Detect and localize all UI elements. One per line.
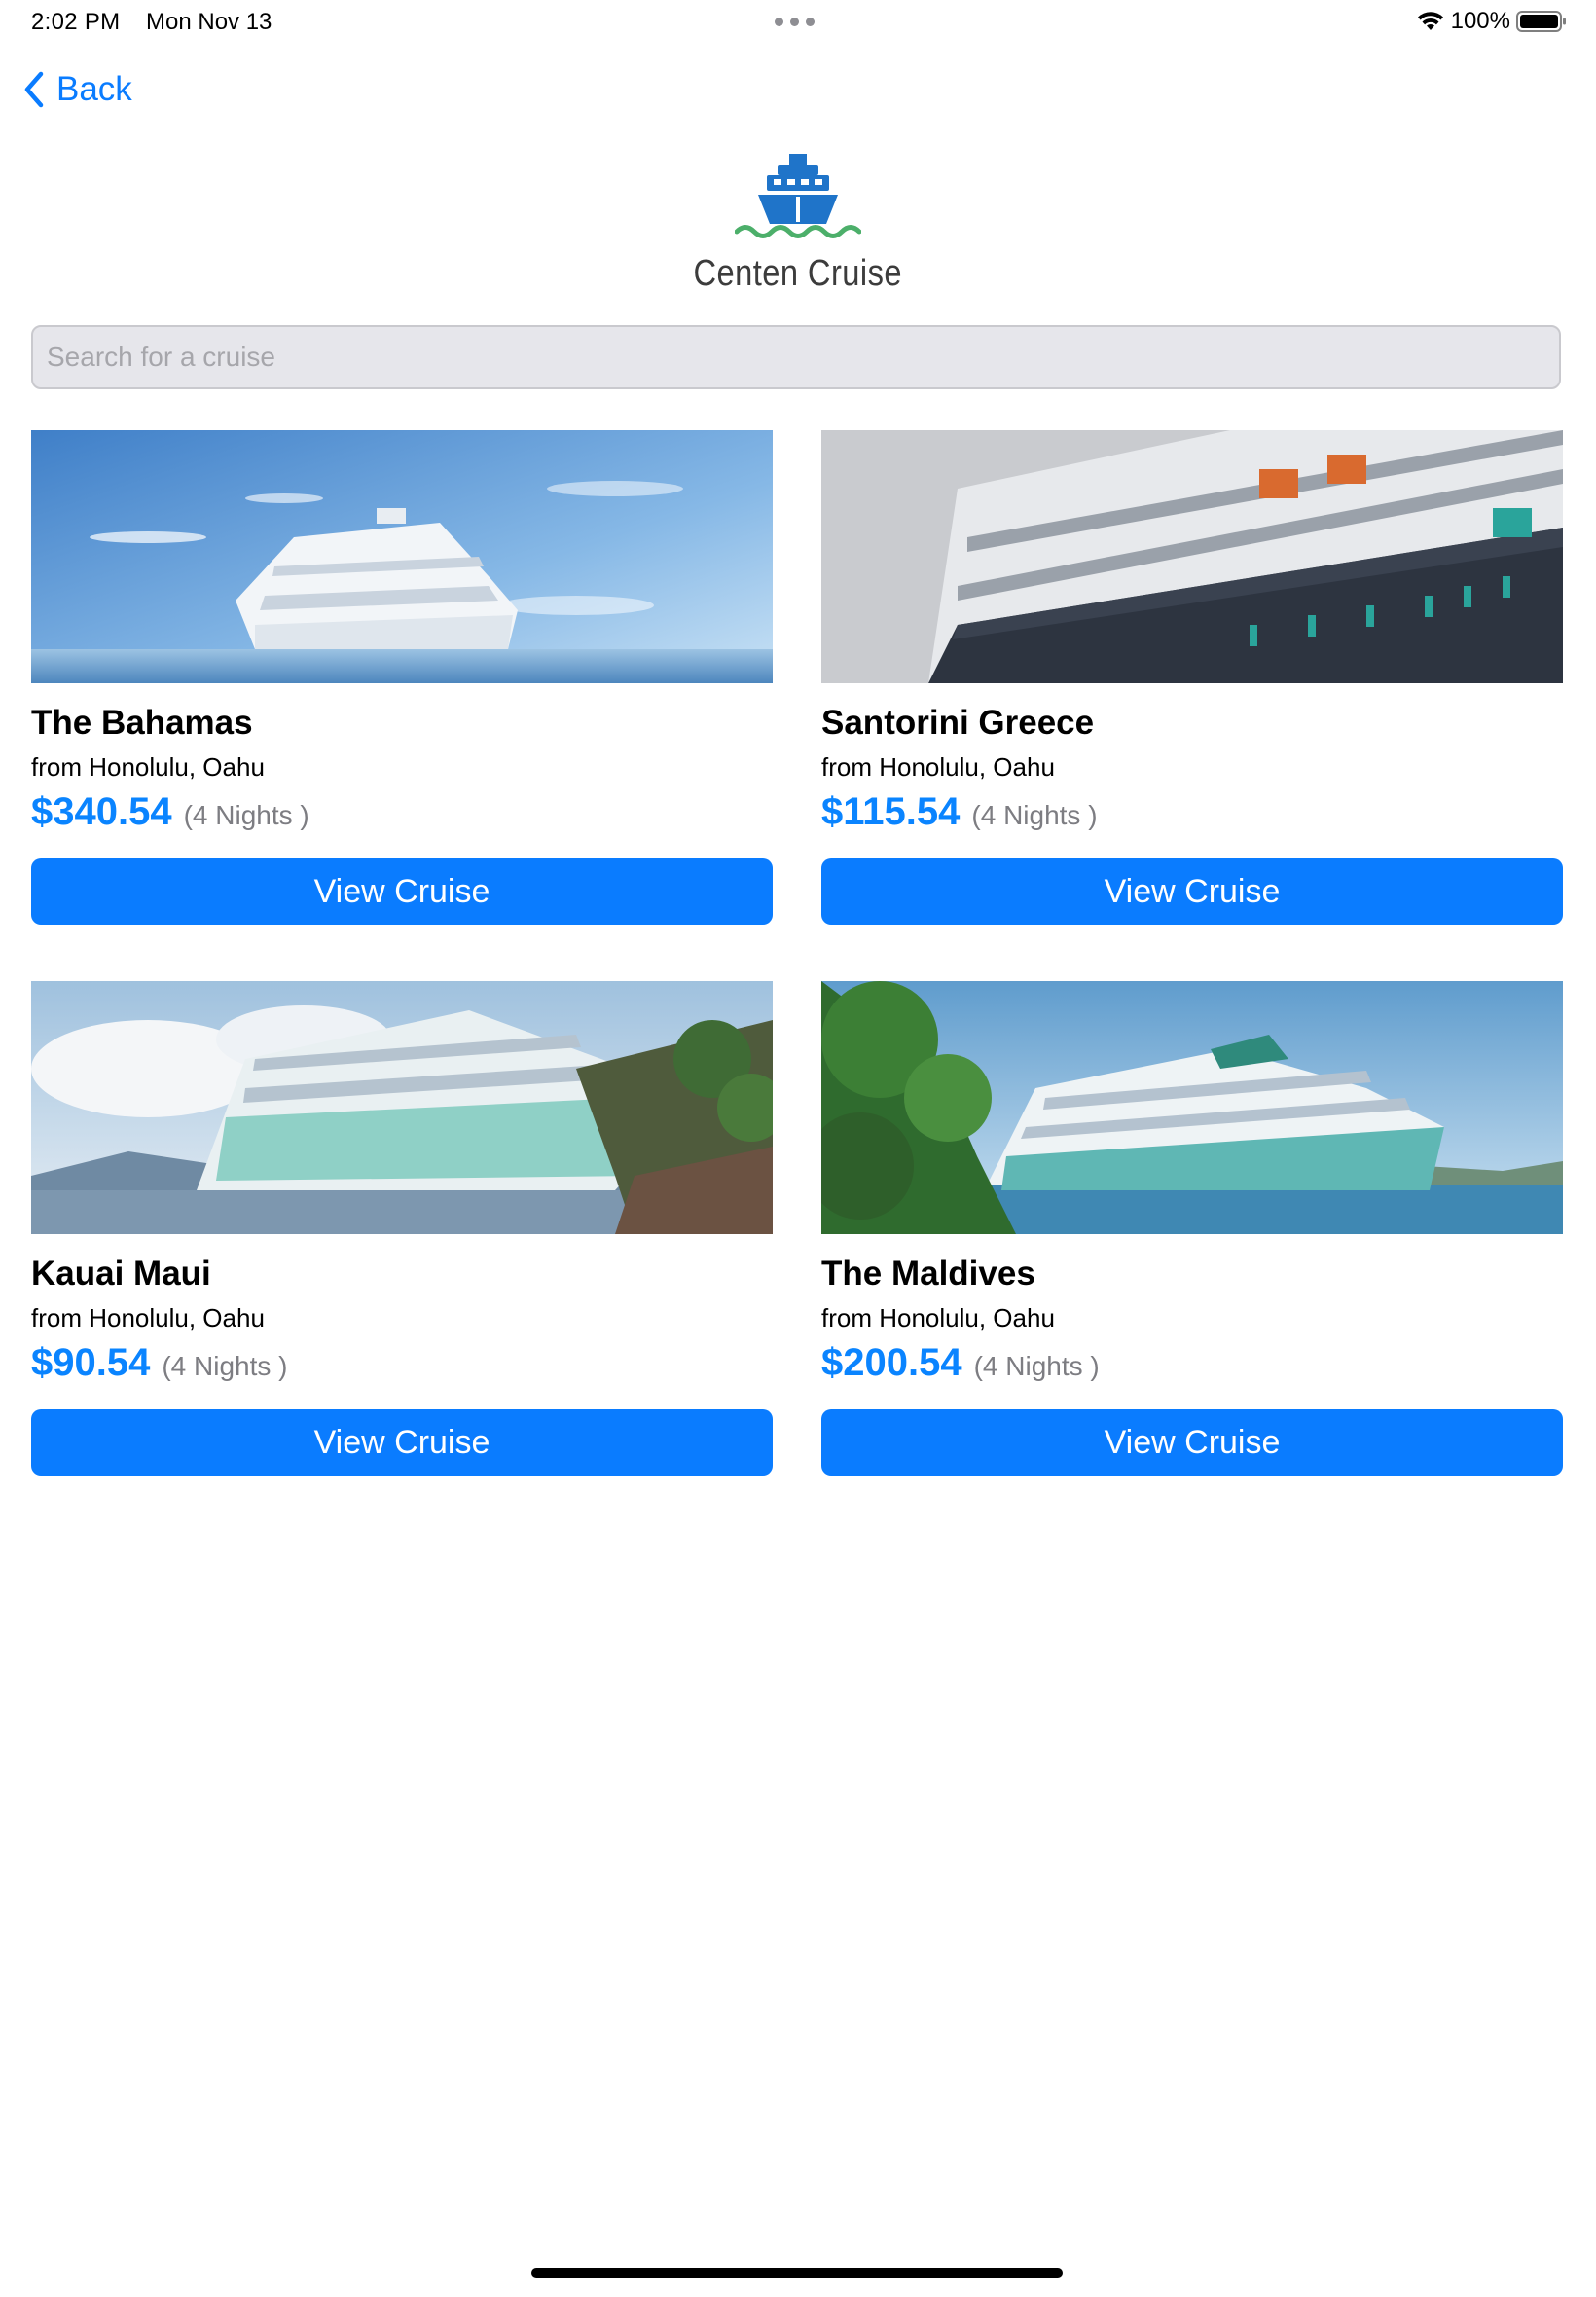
battery-percentage: 100%: [1450, 8, 1510, 34]
home-indicator[interactable]: [531, 2268, 1063, 2278]
cruise-origin: from Honolulu, Oahu: [821, 752, 1055, 782]
back-label: Back: [56, 70, 132, 108]
cruise-title: The Maldives: [821, 1255, 1035, 1293]
cruise-ship-logo-icon: [735, 154, 861, 238]
cruise-card-santorini-greece: Santorini Greece from Honolulu, Oahu $11…: [821, 430, 1563, 925]
cruise-title: Kauai Maui: [31, 1255, 211, 1293]
back-button[interactable]: Back: [23, 70, 132, 109]
cruise-image-kauai-maui: [31, 981, 773, 1234]
price-row: $340.54 (4 Nights ): [31, 790, 773, 841]
price-row: $115.54 (4 Nights ): [821, 790, 1563, 841]
view-cruise-button[interactable]: View Cruise: [31, 858, 773, 925]
chevron-left-icon: [24, 71, 44, 108]
cruise-card-the-maldives: The Maldives from Honolulu, Oahu $200.54…: [821, 981, 1563, 1476]
cruise-card-kauai-maui: Kauai Maui from Honolulu, Oahu $90.54 (4…: [31, 981, 773, 1476]
cruise-nights: (4 Nights ): [971, 800, 1098, 830]
cruise-card-bahamas: The Bahamas from Honolulu, Oahu $340.54 …: [31, 430, 773, 925]
cruise-origin: from Honolulu, Oahu: [31, 752, 265, 782]
cruise-image-bahamas: [31, 430, 773, 683]
price-row: $200.54 (4 Nights ): [821, 1341, 1563, 1392]
cruise-price: $200.54: [821, 1341, 962, 1384]
wifi-icon: [1417, 12, 1443, 30]
brand-name: Centen Cruise: [693, 253, 903, 294]
cruise-price: $115.54: [821, 790, 961, 833]
price-row: $90.54 (4 Nights ): [31, 1341, 773, 1392]
view-cruise-button[interactable]: View Cruise: [31, 1409, 773, 1476]
brand-logo: Centen Cruise: [0, 148, 1596, 295]
cruise-nights: (4 Nights ): [183, 800, 309, 830]
cruise-origin: from Honolulu, Oahu: [821, 1303, 1055, 1332]
battery-icon: [1516, 11, 1566, 32]
cruise-image-santorini-greece: [821, 430, 1563, 683]
cruise-nights: (4 Nights ): [973, 1351, 1100, 1381]
status-bar: 2:02 PM Mon Nov 13 100%: [0, 0, 1596, 47]
cruise-nights: (4 Nights ): [162, 1351, 288, 1381]
cruise-price: $90.54: [31, 1341, 151, 1384]
cruise-price: $340.54: [31, 790, 172, 833]
cruise-image-the-maldives: [821, 981, 1563, 1234]
cruise-origin: from Honolulu, Oahu: [31, 1303, 265, 1332]
view-cruise-button[interactable]: View Cruise: [821, 858, 1563, 925]
status-time: 2:02 PM: [31, 9, 121, 35]
cruise-title: Santorini Greece: [821, 704, 1095, 742]
status-indicators: 100%: [1416, 8, 1567, 35]
status-date: Mon Nov 13: [146, 9, 272, 35]
search-input[interactable]: [31, 325, 1561, 389]
multitasking-menu-icon[interactable]: [775, 18, 815, 26]
cruise-title: The Bahamas: [31, 704, 253, 742]
view-cruise-button[interactable]: View Cruise: [821, 1409, 1563, 1476]
